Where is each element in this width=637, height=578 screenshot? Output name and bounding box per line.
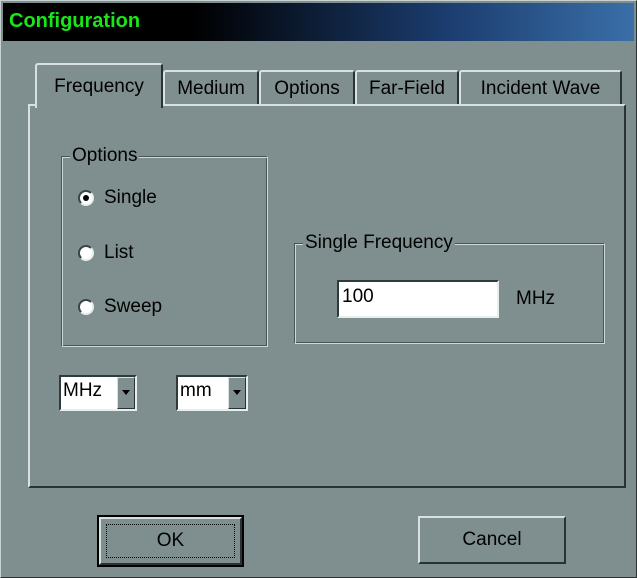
focus-rectangle <box>106 524 235 558</box>
tab-options[interactable]: Options <box>259 70 355 104</box>
radio-sweep-button[interactable] <box>78 299 94 315</box>
radio-list-button[interactable] <box>78 245 94 261</box>
length-unit-select[interactable]: mm <box>176 375 248 411</box>
cancel-button-label: Cancel <box>462 529 522 550</box>
frequency-unit-label: MHz <box>516 288 556 309</box>
chevron-down-icon <box>233 390 241 395</box>
cancel-button[interactable]: Cancel <box>418 516 566 564</box>
tab-far-field-label: Far-Field <box>368 78 445 99</box>
single-frequency-legend: Single Frequency <box>303 232 455 254</box>
tab-incident-wave[interactable]: Incident Wave <box>459 70 622 104</box>
radio-single[interactable]: Single <box>78 187 157 209</box>
radio-list-label: List <box>104 242 134 263</box>
title-bar[interactable]: Configuration <box>3 3 634 41</box>
tab-frequency-label: Frequency <box>54 76 144 97</box>
frequency-unit-dropdown-button[interactable] <box>117 377 135 409</box>
ok-button[interactable]: OK <box>97 515 244 567</box>
length-unit-value: mm <box>180 380 212 401</box>
options-group-legend: Options <box>70 145 140 167</box>
configuration-dialog: Configuration Frequency Medium Options F… <box>0 0 637 578</box>
tab-incident-wave-label: Incident Wave <box>480 78 601 99</box>
window-title: Configuration <box>9 10 141 32</box>
radio-list[interactable]: List <box>78 242 134 264</box>
radio-sweep-label: Sweep <box>104 296 163 317</box>
frequency-unit-value: MHz <box>63 380 103 401</box>
radio-single-label: Single <box>104 187 157 208</box>
tab-medium-label: Medium <box>177 78 245 99</box>
length-unit-dropdown-button[interactable] <box>228 377 246 409</box>
radio-single-button[interactable] <box>78 190 94 206</box>
radio-selected-dot <box>83 195 89 201</box>
frequency-tab-panel: Options Single List Sweep Single Frequen… <box>28 104 626 488</box>
tab-medium[interactable]: Medium <box>163 70 259 104</box>
single-frequency-groupbox: Single Frequency 100 MHz <box>294 232 605 344</box>
options-groupbox: Options Single List Sweep <box>61 145 268 347</box>
frequency-input[interactable]: 100 <box>337 280 499 318</box>
tab-far-field[interactable]: Far-Field <box>355 70 459 104</box>
frequency-unit-select[interactable]: MHz <box>59 375 137 411</box>
tab-frequency[interactable]: Frequency <box>35 63 163 108</box>
chevron-down-icon <box>122 390 130 395</box>
radio-sweep[interactable]: Sweep <box>78 296 162 318</box>
tab-options-label: Options <box>274 78 340 99</box>
